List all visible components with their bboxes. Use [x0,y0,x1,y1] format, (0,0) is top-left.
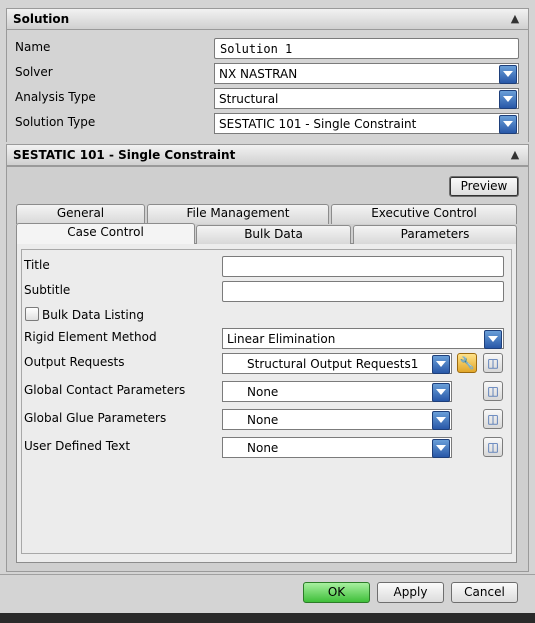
global-glue-parameters-label: Global Glue Parameters [24,411,167,425]
create-modeling-object-icon[interactable]: ◫ [483,409,503,429]
title-label: Title [24,258,50,272]
tab-bulk-data-label: Bulk Data [244,227,303,241]
tab-file-management-label: File Management [186,206,290,220]
user-defined-text-label: User Defined Text [24,439,131,453]
solver-dropdown[interactable]: NX NASTRAN [214,63,519,84]
collapse-up-icon[interactable]: ▲ [506,11,524,27]
tab-parameters[interactable]: Parameters [353,225,517,244]
solution-section-header[interactable]: Solution ▲ [6,8,529,30]
apply-button[interactable]: Apply [377,582,444,603]
subtitle-field[interactable] [222,281,504,302]
chevron-down-icon[interactable] [499,90,517,109]
cancel-button[interactable]: Cancel [451,582,518,603]
output-requests-dropdown[interactable]: Structural Output Requests1 [222,353,452,374]
tab-case-control-label: Case Control [67,225,144,239]
rigid-element-method-value: Linear Elimination [227,332,336,346]
name-field[interactable]: Solution 1 [214,38,519,59]
solution-type-dropdown[interactable]: SESTATIC 101 - Single Constraint [214,113,519,134]
sestatic-section-header[interactable]: SESTATIC 101 - Single Constraint ▲ [6,144,529,166]
bulk-data-listing-label: Bulk Data Listing [42,308,144,322]
global-contact-parameters-dropdown[interactable]: None [222,381,452,402]
chevron-down-icon[interactable] [432,355,450,374]
chevron-down-icon[interactable] [499,115,517,134]
analysis-type-dropdown[interactable]: Structural [214,88,519,109]
footer-divider [0,574,535,575]
sestatic-section-title: SESTATIC 101 - Single Constraint [13,148,236,162]
tab-general-label: General [56,206,105,220]
collapse-up-icon[interactable]: ▲ [506,147,524,163]
chevron-down-icon[interactable] [432,411,450,430]
chevron-down-icon[interactable] [432,383,450,402]
name-label: Name [15,40,51,54]
tab-file-management[interactable]: File Management [147,204,329,224]
create-modeling-object-icon[interactable]: ◫ [483,437,503,457]
solver-label: Solver [15,65,53,79]
tab-executive-control[interactable]: Executive Control [331,204,517,224]
global-glue-parameters-dropdown[interactable]: None [222,409,452,430]
tab-executive-control-label: Executive Control [371,206,477,220]
output-requests-label: Output Requests [24,355,125,369]
create-modeling-object-icon[interactable]: ◫ [483,381,503,401]
tab-parameters-label: Parameters [400,227,470,241]
preview-button-label: Preview [460,179,508,193]
global-glue-parameters-value: None [247,413,279,427]
preview-button[interactable]: Preview [449,176,519,197]
window-bottom-edge [0,613,535,623]
analysis-type-label: Analysis Type [15,90,96,104]
chevron-down-icon[interactable] [432,439,450,458]
analysis-type-dropdown-value: Structural [219,92,279,106]
solution-section-title: Solution [13,12,70,26]
solution-type-dropdown-value: SESTATIC 101 - Single Constraint [219,117,417,131]
subtitle-label: Subtitle [24,283,71,297]
tab-case-control[interactable]: Case Control [16,223,195,244]
tab-bulk-data[interactable]: Bulk Data [196,225,351,244]
create-modeling-object-icon[interactable]: ◫ [483,353,503,373]
tab-general[interactable]: General [16,204,145,224]
global-contact-parameters-value: None [247,385,279,399]
output-requests-value: Structural Output Requests1 [247,357,419,371]
wrench-icon[interactable]: 🔧 [457,353,477,373]
cancel-button-label: Cancel [464,585,505,599]
global-contact-parameters-label: Global Contact Parameters [24,383,186,397]
ok-button-label: OK [327,585,346,599]
apply-button-label: Apply [393,585,428,599]
ok-button[interactable]: OK [303,582,370,603]
chevron-down-icon[interactable] [484,330,502,349]
rigid-element-method-dropdown[interactable]: Linear Elimination [222,328,504,349]
chevron-down-icon[interactable] [499,65,517,84]
rigid-element-method-label: Rigid Element Method [24,330,157,344]
bulk-data-listing-checkbox[interactable] [25,307,39,321]
user-defined-text-dropdown[interactable]: None [222,437,452,458]
title-field[interactable] [222,256,504,277]
name-field-value: Solution 1 [220,42,293,56]
solver-dropdown-value: NX NASTRAN [219,67,298,81]
user-defined-text-value: None [247,441,279,455]
solution-type-label: Solution Type [15,115,96,129]
